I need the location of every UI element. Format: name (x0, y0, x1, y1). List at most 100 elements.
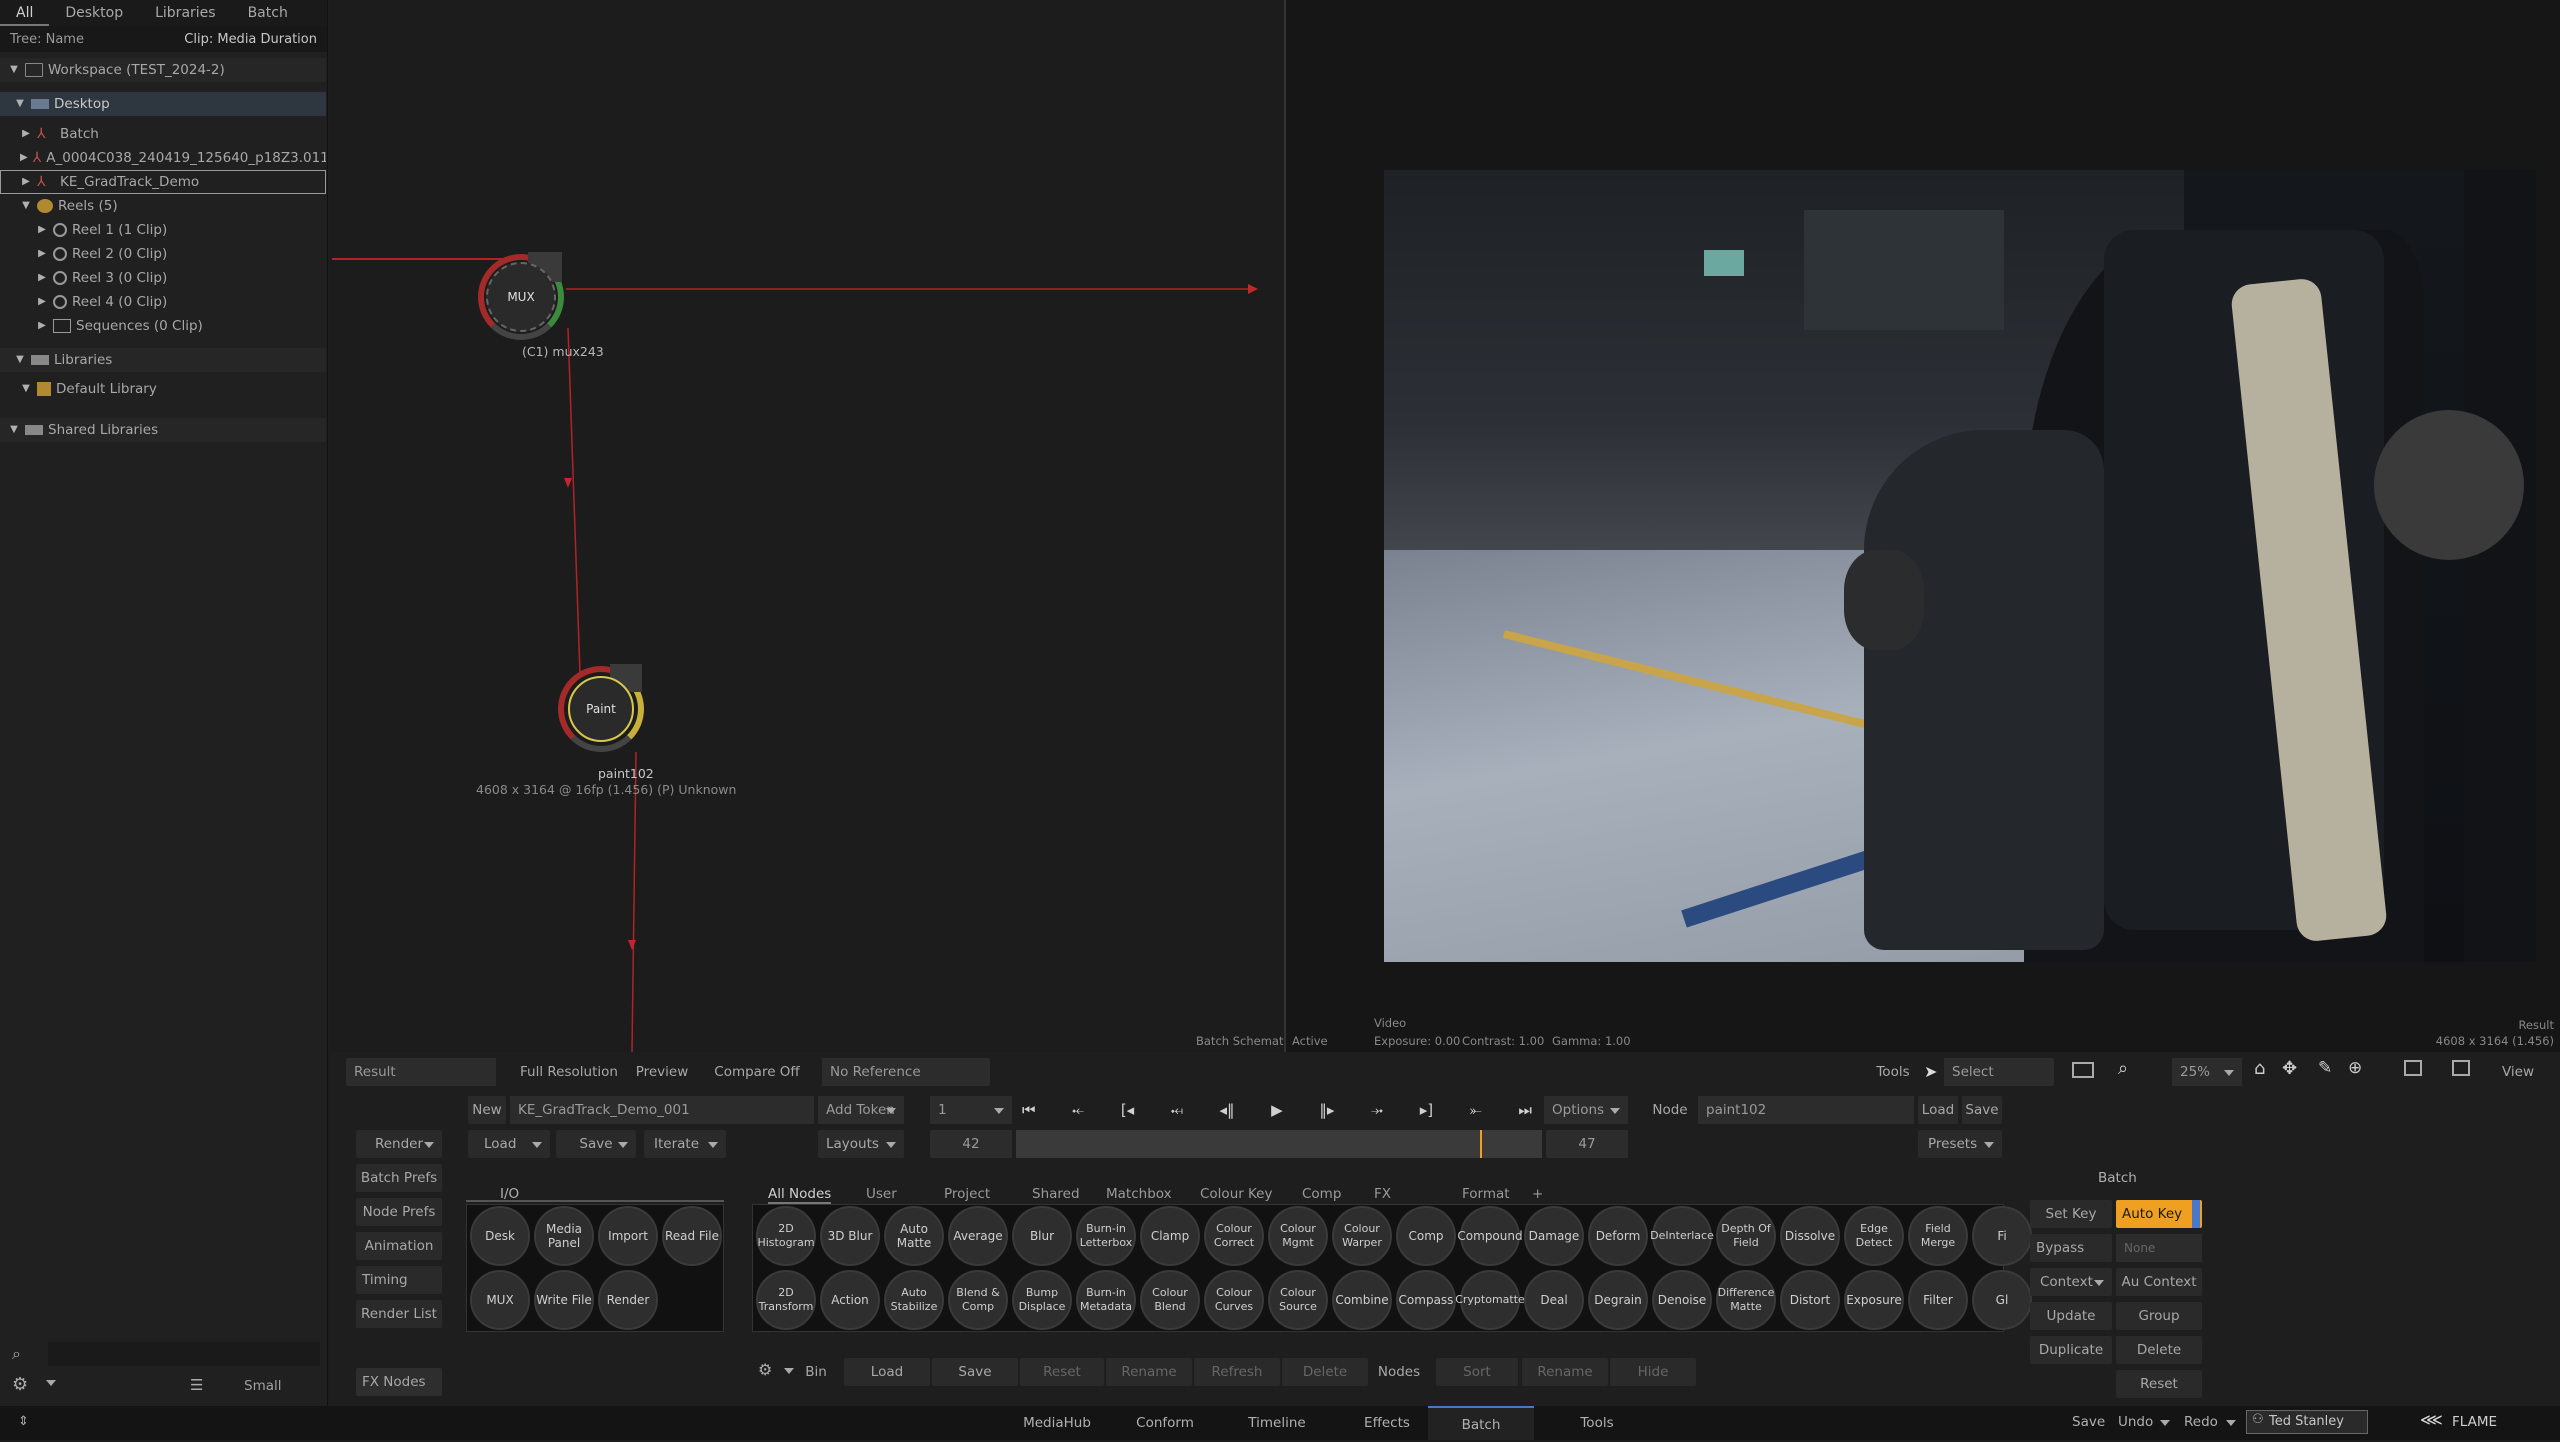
node-auto-matte[interactable]: Auto Matte (884, 1206, 944, 1266)
node-deinterlace[interactable]: DeInterlace (1650, 1206, 1714, 1266)
end-frame-field[interactable]: 47 (1546, 1130, 1628, 1158)
viewer-panel[interactable]: Active Video Exposure: 0.00 Contrast: 1.… (1284, 0, 2560, 1052)
read-file-node[interactable]: Read File (662, 1206, 722, 1266)
node-compound[interactable]: Compound (1457, 1206, 1523, 1266)
node-3d-blur[interactable]: 3D Blur (820, 1206, 880, 1266)
expand-icon[interactable]: ▶ (36, 320, 48, 332)
set-key-button[interactable]: Set Key (2030, 1200, 2112, 1228)
bin-delete-button[interactable]: Delete (1282, 1358, 1368, 1386)
node-cryptomatte[interactable]: Cryptomatte (1455, 1270, 1525, 1330)
next-mark-icon[interactable]: ⤞ (1371, 1101, 1383, 1119)
bin-load-button[interactable]: Load (844, 1358, 930, 1386)
nodes-rename-button[interactable]: Rename (1522, 1358, 1608, 1386)
next-key-icon[interactable]: ⤜ (1470, 1101, 1482, 1119)
node-tab-project[interactable]: Project (944, 1186, 990, 1202)
move-icon[interactable]: ✥ (2282, 1058, 2297, 1079)
timing-button[interactable]: Timing (356, 1266, 442, 1294)
media-panel-node[interactable]: Media Panel (534, 1206, 594, 1266)
tree-reel-1[interactable]: ▶ Reel 1 (1 Clip) (0, 218, 326, 242)
bin-gear-icon[interactable]: ⚙ (758, 1360, 772, 1379)
frame-field[interactable]: 1 (930, 1096, 1012, 1124)
node-tab-key[interactable]: Key (1248, 1186, 1272, 1202)
node-burn-in-metadata[interactable]: Burn-in Metadata (1076, 1270, 1136, 1330)
node-2d-histogram[interactable]: 2D Histogram (756, 1206, 816, 1266)
collapse-icon[interactable]: ▼ (20, 383, 32, 395)
node-blur[interactable]: Blur (1012, 1206, 1072, 1266)
node-edge-detect[interactable]: Edge Detect (1844, 1206, 1904, 1266)
reset-node-button[interactable]: Reset (2116, 1370, 2202, 1398)
tree-reels[interactable]: ▼ Reels (5) (0, 194, 326, 218)
layouts-select[interactable]: Layouts (818, 1130, 904, 1158)
undo-button[interactable]: Undo (2118, 1414, 2153, 1430)
playhead[interactable] (1480, 1130, 1482, 1158)
zoom-select[interactable]: 25% (2172, 1058, 2242, 1086)
prev-mark-icon[interactable]: ⤟ (1171, 1101, 1183, 1119)
iterate-button[interactable]: Iterate (644, 1130, 726, 1158)
node-2d-transform[interactable]: 2D Transform (756, 1270, 816, 1330)
node-tab-colour[interactable]: Colour (1200, 1186, 1244, 1202)
compare-select[interactable]: Compare Off (714, 1058, 800, 1086)
node-tab-all-nodes[interactable]: All Nodes (768, 1186, 832, 1204)
delete-node-button[interactable]: Delete (2116, 1336, 2202, 1364)
tree-reel-4[interactable]: ▶ Reel 4 (0 Clip) (0, 290, 326, 314)
node-tab-fx[interactable]: FX (1374, 1186, 1391, 1202)
tab-all[interactable]: All (0, 0, 50, 26)
fx-nodes-button[interactable]: FX Nodes (356, 1368, 442, 1396)
options-select[interactable]: Options (1544, 1096, 1628, 1124)
expand-icon[interactable]: ▶ (36, 248, 48, 260)
select-tool[interactable]: Select (1944, 1058, 2054, 1086)
node-load-button[interactable]: Load (1918, 1096, 1958, 1124)
node-dissolve[interactable]: Dissolve (1780, 1206, 1840, 1266)
tree-shared-libraries[interactable]: ▼ Shared Libraries (0, 418, 326, 442)
node-fi[interactable]: Fi (1972, 1206, 2032, 1266)
node-prefs-button[interactable]: Node Prefs (356, 1198, 442, 1226)
node-colour-correct[interactable]: Colour Correct (1204, 1206, 1264, 1266)
tab-libraries[interactable]: Libraries (139, 0, 231, 26)
group-button[interactable]: Group (2116, 1302, 2202, 1330)
tree-batch[interactable]: ▶ ⅄ Batch (0, 122, 326, 146)
node-denoise[interactable]: Denoise (1652, 1270, 1712, 1330)
main-tab-conform[interactable]: Conform (1128, 1406, 1202, 1440)
play-icon[interactable]: ▶ (1271, 1101, 1283, 1119)
node-damage[interactable]: Damage (1524, 1206, 1584, 1266)
tree-reel-2[interactable]: ▶ Reel 2 (0 Clip) (0, 242, 326, 266)
expand-icon[interactable]: ▶ (36, 296, 48, 308)
save-batch-button[interactable]: Save (556, 1130, 636, 1158)
batch-schematic[interactable]: MUX (C1) mux243 Paint paint102 4608 x 31… (330, 0, 1293, 1052)
update-button[interactable]: Update (2030, 1302, 2112, 1330)
node-tab-comp[interactable]: Comp (1302, 1186, 1341, 1202)
import-node[interactable]: Import (598, 1206, 658, 1266)
node-tab-format[interactable]: Format (1462, 1186, 1510, 1202)
gear-icon[interactable]: ⚙ (12, 1374, 28, 1395)
tree-ke-gradtrack[interactable]: ▶ ⅄ KE_GradTrack_Demo (0, 170, 326, 194)
tree-libraries[interactable]: ▼ Libraries (0, 348, 326, 372)
expand-icon[interactable]: ▶ (36, 272, 48, 284)
node-gl[interactable]: Gl (1972, 1270, 2032, 1330)
bypass-value[interactable]: None (2116, 1234, 2202, 1262)
user-menu[interactable]: Ted Stanley (2246, 1410, 2368, 1434)
tree-workspace[interactable]: ▼ Workspace (TEST_2024-2) (0, 58, 326, 82)
in-point-icon[interactable]: [◂ (1121, 1101, 1134, 1119)
node-average[interactable]: Average (948, 1206, 1008, 1266)
expand-icon[interactable]: ▶ (20, 176, 32, 188)
nodes-sort-button[interactable]: Sort (1436, 1358, 1518, 1386)
tree-desktop[interactable]: ▼ Desktop (0, 92, 326, 116)
node-filter[interactable]: Filter (1908, 1270, 1968, 1330)
redo-button[interactable]: Redo (2184, 1414, 2218, 1430)
context-select[interactable]: Context (2030, 1268, 2112, 1296)
collapse-icon[interactable]: ▼ (8, 424, 20, 436)
go-start-icon[interactable]: ⏮ (1022, 1101, 1036, 1119)
desk-node[interactable]: Desk (470, 1206, 530, 1266)
start-frame-field[interactable]: 42 (930, 1130, 1012, 1158)
eyedropper-icon[interactable]: ✎ (2318, 1058, 2332, 1078)
home-icon[interactable]: ⌂ (2254, 1058, 2265, 1079)
tree-clip[interactable]: ▶ ⅄ A_0004C038_240419_125640_p18Z3.0112 (0, 146, 326, 170)
node-difference-matte[interactable]: Difference Matte (1716, 1270, 1776, 1330)
main-tab-mediahub[interactable]: MediaHub (1020, 1406, 1094, 1440)
main-tab-tools[interactable]: Tools (1560, 1406, 1634, 1440)
collapse-icon[interactable]: ▼ (14, 354, 26, 366)
timeline-scrubber[interactable] (1016, 1130, 1542, 1158)
result-view-select[interactable]: Result (346, 1058, 496, 1086)
expand-arrow-icon[interactable]: ⇕ (18, 1414, 29, 1429)
node-colour-source[interactable]: Colour Source (1268, 1270, 1328, 1330)
